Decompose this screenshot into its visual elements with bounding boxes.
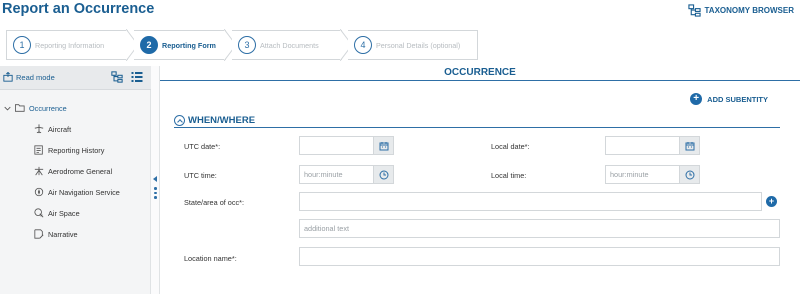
tree-item-label: Aircraft [48, 124, 72, 134]
chevron-down-icon [4, 106, 11, 111]
page-title: Report an Occurrence [2, 1, 155, 17]
step-3-number: 3 [238, 36, 256, 54]
tree-item-label: Air Space [48, 208, 80, 218]
utc-time-label: UTC time: [184, 171, 217, 180]
utc-time-placeholder: hour:minute [304, 170, 343, 179]
sidebar-toolbar: Read mode [0, 66, 151, 90]
local-date-label: Local date*: [491, 142, 530, 151]
utc-date-picker-button[interactable] [374, 136, 394, 155]
utc-date-label: UTC date*: [184, 142, 221, 151]
folder-open-icon [15, 104, 25, 112]
narrative-icon [34, 229, 44, 239]
progress-stepper: 1 Reporting Information 2 Reporting Form… [6, 29, 478, 61]
step-3[interactable]: 3 Attach Documents [232, 30, 342, 60]
navigation-icon [34, 187, 44, 197]
tree-item-air-space[interactable]: Air Space [34, 208, 80, 218]
tree-root-label: Occurrence [29, 103, 67, 113]
utc-date-input[interactable] [299, 136, 374, 155]
list-view-icon[interactable] [131, 71, 143, 83]
drag-handle-icon[interactable] [154, 187, 157, 201]
tree-item-narrative[interactable]: Narrative [34, 229, 78, 239]
tree-item-label: Narrative [48, 229, 78, 239]
section-title: WHEN/WHERE [188, 115, 256, 126]
read-mode-icon [3, 72, 13, 82]
aircraft-icon [34, 124, 44, 134]
aerodrome-icon [34, 166, 44, 176]
main-title: OCCURRENCE [160, 66, 800, 81]
tree-item-label: Air Navigation Service [48, 187, 120, 197]
tree-item-aerodrome-general[interactable]: Aerodrome General [34, 166, 112, 176]
tree-root-occurrence[interactable]: Occurrence [4, 103, 67, 113]
step-4[interactable]: 4 Personal Details (optional) [348, 30, 478, 60]
local-time-placeholder: hour:minute [610, 170, 649, 179]
local-time-label: Local time: [491, 171, 527, 180]
state-area-input[interactable] [299, 192, 762, 211]
local-date-input[interactable] [605, 136, 680, 155]
airspace-icon [34, 208, 44, 218]
history-icon [34, 145, 43, 155]
local-time-picker-button[interactable] [680, 165, 700, 184]
add-subentity-label: ADD SUBENTITY [707, 94, 768, 104]
taxonomy-browser-label: TAXONOMY BROWSER [704, 6, 794, 15]
tree-item-label: Aerodrome General [48, 166, 113, 176]
add-state-area-icon[interactable]: + [766, 196, 777, 207]
clock-icon [379, 170, 388, 179]
step-1-number: 1 [13, 36, 31, 54]
additional-text-input[interactable]: additional text [299, 219, 780, 238]
tree-view-icon[interactable] [111, 71, 123, 83]
taxonomy-browser-button[interactable]: TAXONOMY BROWSER [687, 4, 794, 17]
local-time-input[interactable]: hour:minute [605, 165, 680, 184]
step-2-label: Reporting Form [162, 40, 216, 50]
step-3-label: Attach Documents [260, 40, 319, 50]
additional-text-placeholder: additional text [304, 224, 350, 233]
step-4-label: Personal Details (optional) [376, 40, 461, 50]
tree-item-air-navigation-service[interactable]: Air Navigation Service [34, 187, 120, 197]
section-header-when-where[interactable]: WHEN/WHERE [174, 114, 780, 128]
tree-item-aircraft[interactable]: Aircraft [34, 124, 71, 134]
tree-item-label: Reporting History [48, 145, 105, 155]
plus-icon: + [690, 93, 703, 105]
utc-time-picker-button[interactable] [374, 165, 394, 184]
step-2[interactable]: 2 Reporting Form [134, 30, 226, 60]
add-subentity-button[interactable]: + ADD SUBENTITY [690, 93, 768, 105]
utc-time-input[interactable]: hour:minute [299, 165, 374, 184]
calendar-icon [685, 141, 694, 150]
tree-item-reporting-history[interactable]: Reporting History [34, 145, 104, 155]
sidebar [0, 66, 151, 294]
location-name-input[interactable] [299, 247, 780, 266]
read-mode-toggle[interactable]: Read mode [3, 72, 55, 82]
state-area-label: State/area of occ*: [184, 198, 245, 207]
clock-icon [685, 170, 694, 179]
taxonomy-tree-icon [687, 4, 701, 17]
calendar-icon [379, 141, 388, 150]
location-name-label: Location name*: [184, 254, 237, 263]
step-1[interactable]: 1 Reporting Information [6, 30, 128, 60]
local-date-picker-button[interactable] [680, 136, 700, 155]
read-mode-label: Read mode [16, 72, 55, 82]
chevron-up-icon [174, 115, 185, 126]
step-2-number: 2 [140, 36, 158, 54]
step-1-label: Reporting Information [35, 40, 105, 50]
collapse-arrow-icon[interactable] [153, 176, 157, 182]
step-4-number: 4 [354, 36, 372, 54]
